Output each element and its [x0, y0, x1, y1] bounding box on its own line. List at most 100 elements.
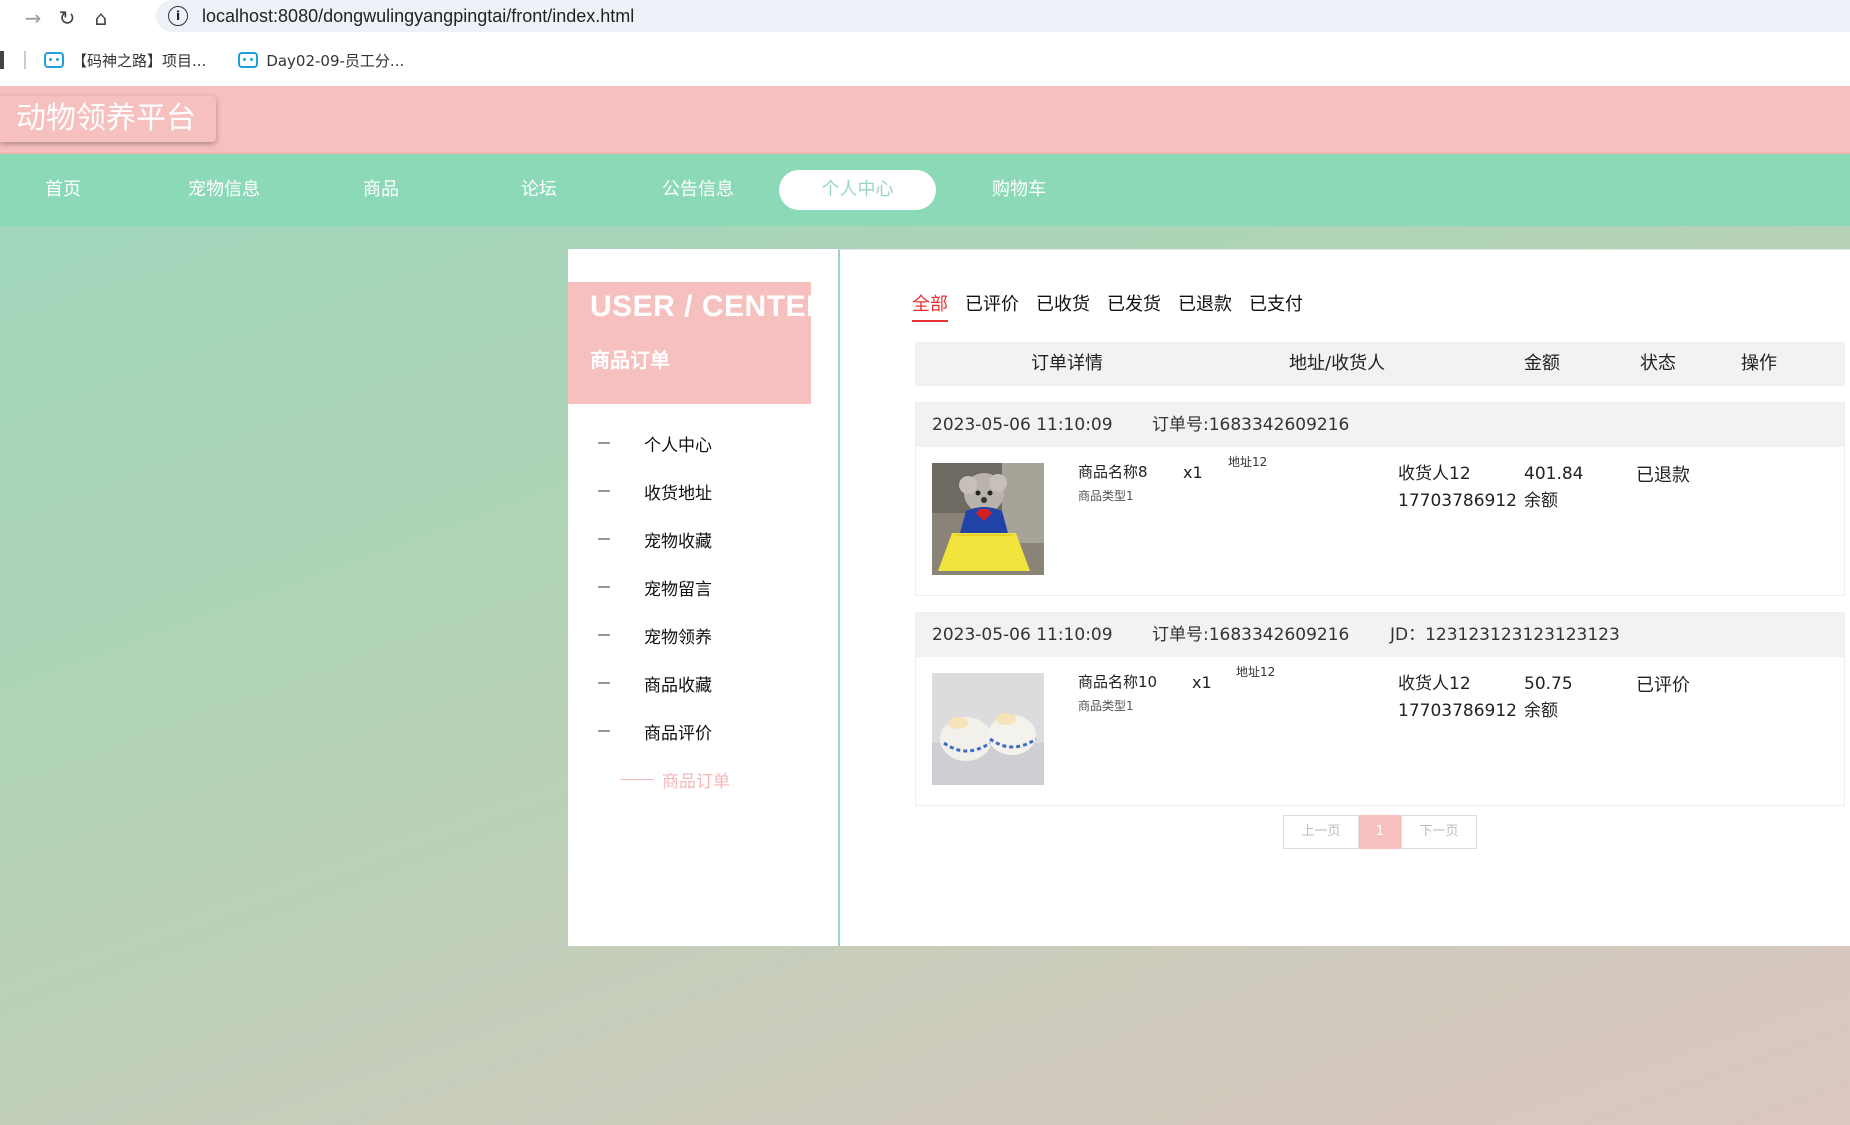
- order-date: 2023-05-06 11:10:09: [932, 625, 1113, 645]
- order-header: 2023-05-06 11:10:09 订单号:1683342609216 JD…: [916, 613, 1844, 657]
- sidebar-item-label: 宠物收藏: [644, 531, 712, 552]
- tab-paid[interactable]: 已支付: [1249, 290, 1303, 322]
- sidebar-menu: 个人中心 收货地址 宠物收藏 宠物留言 宠物领养 商品收藏 商品评价 商品订单: [568, 419, 838, 803]
- order-status: 已评价: [1636, 675, 1690, 696]
- home-icon[interactable]: ⌂: [84, 3, 118, 33]
- product-name: 商品名称8: [1078, 463, 1148, 481]
- product-type: 商品类型1: [1078, 489, 1134, 503]
- bilibili-icon: [44, 52, 64, 68]
- product-type: 商品类型1: [1078, 699, 1134, 713]
- sidebar-header: USER / CENTER 商品订单: [568, 282, 828, 404]
- order-body: 商品名称8 商品类型1 x1 地址12 收货人12 17703786912 40…: [916, 447, 1844, 595]
- tab-refunded[interactable]: 已退款: [1178, 290, 1232, 322]
- current-page-button[interactable]: 1: [1359, 815, 1401, 849]
- sidebar-item-profile[interactable]: 个人中心: [568, 419, 838, 467]
- order-tracking: JD：123123123123123123: [1390, 625, 1620, 645]
- order-status-tabs: 全部 已评价 已收货 已发货 已退款 已支付: [912, 290, 1320, 322]
- tab-all[interactable]: 全部: [912, 290, 948, 322]
- sidebar-subtitle: 商品订单: [590, 348, 670, 372]
- tab-shipped[interactable]: 已发货: [1107, 290, 1161, 322]
- order-amount: 401.84 余额: [1524, 461, 1583, 515]
- product-image-dog[interactable]: [932, 463, 1044, 575]
- back-arrow-icon[interactable]: →: [16, 3, 50, 33]
- receiver-info: 收货人12 17703786912: [1398, 461, 1517, 515]
- tab-reviewed[interactable]: 已评价: [965, 290, 1019, 322]
- order-date: 2023-05-06 11:10:09: [932, 415, 1113, 435]
- product-name: 商品名称10: [1078, 673, 1158, 691]
- column-header-status: 状态: [1640, 353, 1676, 374]
- next-page-button[interactable]: 下一页: [1401, 815, 1477, 849]
- bookmark-item[interactable]: Day02-09-员工分...: [238, 50, 404, 71]
- dash-icon: [620, 778, 654, 780]
- receiver-phone: 17703786912: [1398, 701, 1517, 721]
- bookmarks-bar: 【码神之路】项目... Day02-09-员工分...: [0, 42, 1850, 78]
- order-amount: 50.75 余额: [1524, 671, 1573, 725]
- bookmark-label: 【码神之路】项目...: [72, 51, 207, 70]
- sidebar-item-product-orders[interactable]: 商品订单: [568, 755, 838, 803]
- prev-page-button[interactable]: 上一页: [1283, 815, 1359, 849]
- order-address: 地址12: [1236, 665, 1276, 679]
- dash-icon: [598, 490, 610, 492]
- nav-item-home[interactable]: 首页: [24, 170, 102, 210]
- sidebar-item-label: 宠物留言: [644, 579, 712, 600]
- order-header: 2023-05-06 11:10:09 订单号:1683342609216: [916, 403, 1844, 447]
- order-status: 已退款: [1636, 465, 1690, 486]
- browser-toolbar: → ↻ ⌂ i localhost:8080/dongwulingyangpin…: [0, 0, 1850, 36]
- sidebar-item-label: 商品订单: [662, 771, 730, 792]
- column-header-address: 地址/收货人: [1289, 353, 1386, 374]
- sidebar-item-product-reviews[interactable]: 商品评价: [568, 707, 838, 755]
- bookmark-item[interactable]: 【码神之路】项目...: [44, 50, 206, 71]
- url-text[interactable]: localhost:8080/dongwulingyangpingtai/fro…: [202, 6, 634, 27]
- sidebar-item-pet-adoption[interactable]: 宠物领养: [568, 611, 838, 659]
- address-bar[interactable]: i localhost:8080/dongwulingyangpingtai/f…: [156, 0, 1850, 32]
- amount-value: 401.84: [1524, 464, 1584, 484]
- nav-item-products[interactable]: 商品: [342, 170, 420, 210]
- nav-item-forum[interactable]: 论坛: [500, 170, 578, 210]
- sidebar-item-label: 宠物领养: [644, 627, 712, 648]
- site-logo[interactable]: 动物领养平台: [0, 96, 216, 142]
- receiver-phone: 17703786912: [1398, 491, 1517, 511]
- user-center-sidebar: USER / CENTER 商品订单 个人中心 收货地址 宠物收藏 宠物留言 宠…: [568, 249, 838, 946]
- orders-table-header: 订单详情 地址/收货人 金额 状态 操作: [915, 342, 1845, 386]
- nav-item-notices[interactable]: 公告信息: [650, 170, 746, 210]
- column-header-amount: 金额: [1524, 353, 1560, 374]
- nav-item-user-center[interactable]: 个人中心: [779, 170, 936, 210]
- column-header-actions: 操作: [1741, 353, 1777, 374]
- info-icon[interactable]: i: [168, 6, 188, 26]
- reload-icon[interactable]: ↻: [50, 3, 84, 33]
- sidebar-item-label: 收货地址: [644, 483, 712, 504]
- receiver-info: 收货人12 17703786912: [1398, 671, 1517, 725]
- dash-icon: [598, 586, 610, 588]
- dash-icon: [598, 634, 610, 636]
- main-nav: 首页 宠物信息 商品 论坛 公告信息 个人中心 购物车: [0, 154, 1850, 226]
- pay-method: 余额: [1524, 491, 1558, 511]
- sidebar-item-product-favorites[interactable]: 商品收藏: [568, 659, 838, 707]
- orders-panel: 全部 已评价 已收货 已发货 已退款 已支付 订单详情 地址/收货人 金额 状态…: [838, 249, 1850, 946]
- dash-icon: [598, 682, 610, 684]
- order-number: 订单号:1683342609216: [1152, 415, 1350, 435]
- apps-grid-icon[interactable]: [0, 51, 4, 69]
- receiver-name: 收货人12: [1398, 674, 1471, 694]
- site-header: 动物领养平台: [0, 86, 1850, 154]
- sidebar-item-label: 商品收藏: [644, 675, 712, 696]
- sidebar-item-address[interactable]: 收货地址: [568, 467, 838, 515]
- dash-icon: [598, 442, 610, 444]
- sidebar-item-pet-messages[interactable]: 宠物留言: [568, 563, 838, 611]
- dash-icon: [598, 730, 610, 732]
- product-quantity: x1: [1192, 673, 1212, 692]
- sidebar-title: USER / CENTER: [590, 290, 829, 323]
- bookmark-label: Day02-09-员工分...: [266, 51, 405, 70]
- nav-item-pets[interactable]: 宠物信息: [176, 170, 272, 210]
- receiver-name: 收货人12: [1398, 464, 1471, 484]
- pay-method: 余额: [1524, 701, 1558, 721]
- sidebar-item-label: 个人中心: [644, 435, 712, 456]
- order-address: 地址12: [1228, 455, 1268, 469]
- sidebar-item-label: 商品评价: [644, 723, 712, 744]
- product-image-pet-shoes[interactable]: [932, 673, 1044, 785]
- tab-received[interactable]: 已收货: [1036, 290, 1090, 322]
- order-card: 2023-05-06 11:10:09 订单号:1683342609216 商品…: [915, 402, 1845, 596]
- nav-item-cart[interactable]: 购物车: [980, 170, 1058, 210]
- sidebar-item-pet-favorites[interactable]: 宠物收藏: [568, 515, 838, 563]
- order-number: 订单号:1683342609216: [1152, 625, 1350, 645]
- bookmark-divider: [24, 51, 26, 69]
